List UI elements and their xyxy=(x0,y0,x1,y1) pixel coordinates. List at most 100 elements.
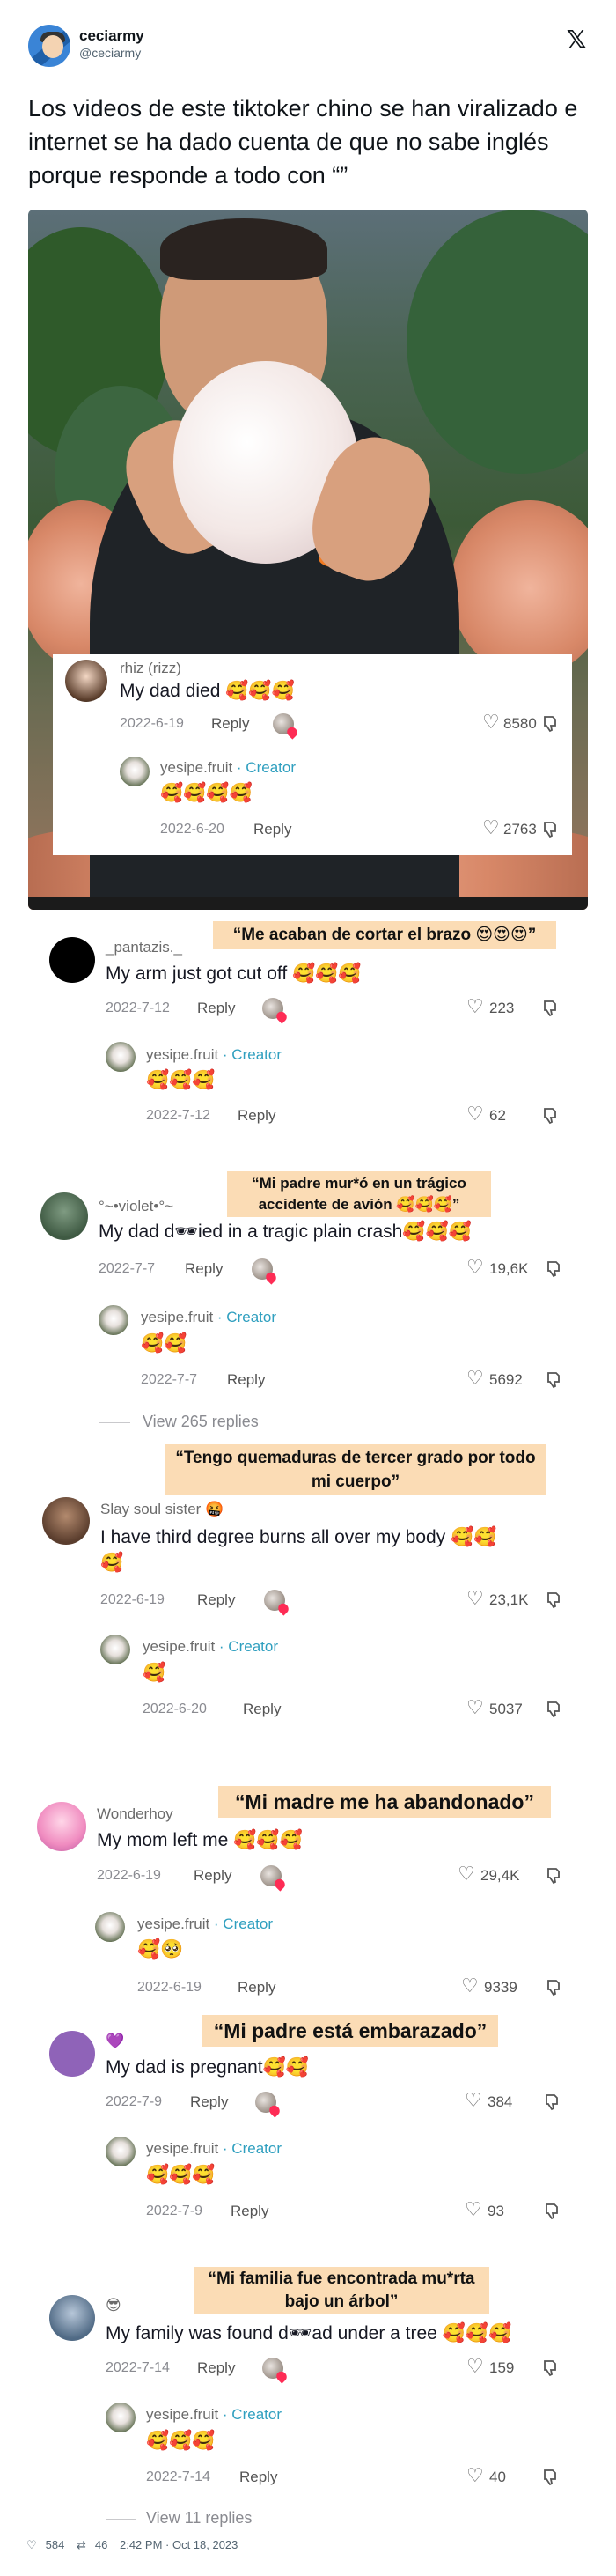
creator-avatar[interactable] xyxy=(106,2403,136,2432)
dislike-icon[interactable] xyxy=(546,1978,563,1997)
dislike-icon[interactable] xyxy=(544,2093,561,2112)
comment-date: 2022-6-19 xyxy=(100,1592,165,1607)
reply-button[interactable]: Reply xyxy=(227,1371,265,1389)
dislike-icon[interactable] xyxy=(542,820,560,839)
commenter-avatar[interactable] xyxy=(49,937,95,983)
heart-icon[interactable]: ♡ xyxy=(466,1103,484,1126)
comment-username[interactable]: Slay soul sister 🤬 xyxy=(100,1501,224,1518)
reply-button[interactable]: Reply xyxy=(231,2203,268,2220)
tweet-timestamp[interactable]: 2:42 PM · Oct 18, 2023 xyxy=(120,2538,238,2551)
comment-username[interactable]: rhiz (rizz) xyxy=(120,660,181,677)
dislike-icon[interactable] xyxy=(542,1106,560,1126)
heart-icon[interactable]: ♡ xyxy=(465,2089,482,2112)
comment-text: My dad d🕶ied in a tragic plain crash🥰🥰🥰 xyxy=(99,1222,472,1242)
creator-reply-text: 🥰🥰🥰 xyxy=(146,2431,216,2451)
reply-button[interactable]: Reply xyxy=(185,1260,223,1278)
reply-button[interactable]: Reply xyxy=(238,1107,275,1125)
reply-button[interactable]: Reply xyxy=(190,2093,228,2111)
comment-username[interactable]: _pantazis._ xyxy=(106,939,182,956)
creator-username[interactable]: yesipe.fruit · Creator xyxy=(141,1309,276,1326)
comment-text: My dad died 🥰🥰🥰 xyxy=(120,681,295,701)
heart-icon[interactable]: ♡ xyxy=(461,1974,479,1997)
like-count: 23,1K xyxy=(489,1591,529,1608)
reply-button[interactable]: Reply xyxy=(239,2469,277,2486)
creator-avatar[interactable] xyxy=(106,2137,136,2166)
tweet-header: ceciarmy @ceciarmy 𝕏 xyxy=(0,0,616,88)
view-replies-button[interactable]: View 11 replies xyxy=(146,2509,252,2528)
dislike-icon[interactable] xyxy=(546,1370,563,1390)
comment-username[interactable]: 😎 xyxy=(106,2297,121,2314)
author-display-name[interactable]: ceciarmy xyxy=(79,27,144,45)
comment-username[interactable]: Wonderhoy xyxy=(97,1805,173,1823)
comment-text: I have third degree burns all over my bo… xyxy=(100,1527,497,1547)
heart-icon[interactable]: ♡ xyxy=(466,1367,484,1390)
creator-username[interactable]: yesipe.fruit · Creator xyxy=(146,2406,282,2424)
commenter-avatar[interactable] xyxy=(37,1802,86,1851)
comment-date: 2022-6-19 xyxy=(120,716,184,731)
tweet-media[interactable]: rhiz (rizz) My dad died 🥰🥰🥰 2022-6-19 Re… xyxy=(28,210,588,910)
comment-date: 2022-7-9 xyxy=(146,2203,203,2218)
creator-avatar[interactable] xyxy=(120,757,150,786)
dislike-icon[interactable] xyxy=(546,1591,563,1610)
heart-icon[interactable]: ♡ xyxy=(466,2464,484,2487)
x-logo-icon[interactable]: 𝕏 xyxy=(563,26,590,53)
reply-button[interactable]: Reply xyxy=(197,2359,235,2377)
tweet-footer: ♡ 584 ⇄ 46 2:42 PM · Oct 18, 2023 xyxy=(26,2538,246,2552)
creator-reply-text: 🥰🥰🥰🥰 xyxy=(160,783,253,803)
dislike-icon[interactable] xyxy=(546,1259,563,1279)
heart-icon[interactable]: ♡ xyxy=(466,995,484,1018)
commenter-avatar[interactable] xyxy=(42,1497,90,1545)
creator-username[interactable]: yesipe.fruit · Creator xyxy=(137,1915,273,1933)
retweet-icon[interactable]: ⇄ xyxy=(77,2538,86,2551)
creator-username[interactable]: yesipe.fruit · Creator xyxy=(160,759,296,777)
commenter-avatar[interactable] xyxy=(49,2031,95,2077)
heart-icon[interactable]: ♡ xyxy=(466,1256,484,1279)
commenter-avatar[interactable] xyxy=(40,1192,88,1240)
heart-icon[interactable]: ♡ xyxy=(482,711,500,734)
reply-button[interactable]: Reply xyxy=(238,1979,275,1997)
commenter-avatar[interactable] xyxy=(65,660,107,702)
reply-button[interactable]: Reply xyxy=(243,1701,281,1718)
heart-icon[interactable]: ♡ xyxy=(466,2355,484,2378)
comment-username[interactable]: °~•violet•°~ xyxy=(99,1198,173,1215)
author-handle[interactable]: @ceciarmy xyxy=(79,46,141,60)
creator-name-label: yesipe.fruit xyxy=(146,2406,219,2423)
creator-avatar[interactable] xyxy=(106,1042,136,1072)
dislike-icon[interactable] xyxy=(546,1700,563,1719)
reply-button[interactable]: Reply xyxy=(253,821,291,838)
reply-button[interactable]: Reply xyxy=(211,715,249,733)
translation-caption: “Mi familia fue encontrada mu*rta bajo u… xyxy=(194,2267,489,2314)
creator-avatar[interactable] xyxy=(99,1305,128,1335)
creator-username[interactable]: yesipe.fruit · Creator xyxy=(146,2140,282,2158)
comment-username[interactable]: 💜 xyxy=(106,2033,124,2050)
heart-icon[interactable]: ♡ xyxy=(465,2198,482,2221)
like-count: 40 xyxy=(489,2469,506,2485)
comment-date: 2022-7-14 xyxy=(146,2469,210,2484)
dislike-icon[interactable] xyxy=(542,999,560,1018)
like-count: 159 xyxy=(489,2359,515,2376)
heart-icon[interactable]: ♡ xyxy=(458,1863,475,1886)
comment-date: 2022-7-12 xyxy=(106,1000,170,1015)
like-count: 29,4K xyxy=(480,1867,520,1884)
dislike-icon[interactable] xyxy=(542,2468,560,2487)
reply-button[interactable]: Reply xyxy=(197,1591,235,1609)
dislike-icon[interactable] xyxy=(546,1866,563,1886)
reply-button[interactable]: Reply xyxy=(194,1867,231,1885)
video-comment-overlay: rhiz (rizz) My dad died 🥰🥰🥰 2022-6-19 Re… xyxy=(53,654,572,855)
creator-username[interactable]: yesipe.fruit · Creator xyxy=(143,1638,278,1656)
dislike-icon[interactable] xyxy=(544,2202,561,2221)
reply-button[interactable]: Reply xyxy=(197,1000,235,1017)
commenter-avatar[interactable] xyxy=(49,2295,95,2341)
dislike-icon[interactable] xyxy=(542,714,560,734)
creator-username[interactable]: yesipe.fruit · Creator xyxy=(146,1046,282,1064)
creator-avatar[interactable] xyxy=(100,1635,130,1664)
like-icon[interactable]: ♡ xyxy=(26,2538,37,2551)
creator-avatar[interactable] xyxy=(95,1912,125,1942)
comment-date: 2022-7-7 xyxy=(141,1372,198,1387)
heart-icon[interactable]: ♡ xyxy=(482,816,500,839)
dislike-icon[interactable] xyxy=(542,2358,560,2378)
heart-icon[interactable]: ♡ xyxy=(466,1696,484,1719)
author-avatar[interactable] xyxy=(26,23,72,69)
view-replies-button[interactable]: View 265 replies xyxy=(143,1413,259,1431)
heart-icon[interactable]: ♡ xyxy=(466,1587,484,1610)
